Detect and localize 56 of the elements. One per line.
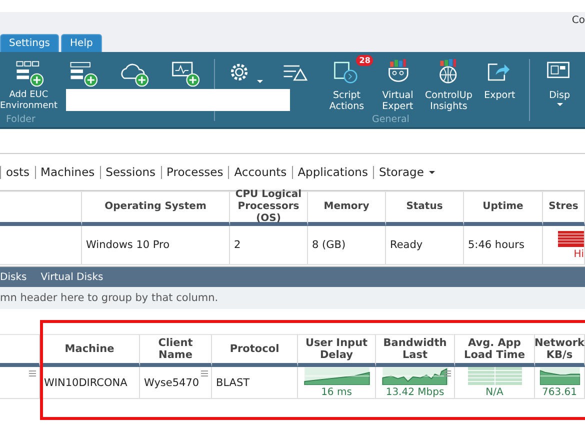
nav-link[interactable]: Sessions: [100, 166, 161, 178]
column-header[interactable]: Protocol: [212, 334, 298, 367]
group-by-hint: mn header here to group by that column.: [0, 287, 585, 309]
group-label: General: [372, 114, 410, 125]
ribbon-button[interactable]: Virtual Expert: [372, 59, 424, 112]
nav-link[interactable]: Processes: [160, 166, 228, 178]
sub-tab[interactable]: Disks: [0, 272, 27, 282]
server-add-icon[interactable]: [68, 59, 98, 87]
column-header[interactable]: Bandwidth Last: [376, 334, 455, 367]
nav-link[interactable]: osts: [0, 166, 35, 178]
table-cell: BLAST: [216, 376, 250, 388]
nav-link[interactable]: Applications: [292, 166, 373, 178]
menu-icon[interactable]: [29, 370, 36, 377]
metric-value: 16 ms: [321, 387, 352, 398]
table-cell: Ready: [390, 239, 423, 251]
nav-link[interactable]: Machines: [34, 166, 100, 178]
table-cell: Wyse5470: [144, 376, 200, 388]
stress-level: Hi: [574, 248, 584, 260]
menu-tab[interactable]: Help: [61, 34, 102, 52]
column-header[interactable]: Network KB/s: [535, 334, 585, 367]
ribbon-button[interactable]: ControlUp Insights: [423, 59, 474, 112]
column-header[interactable]: Client Name: [140, 334, 212, 367]
column-header[interactable]: Stres: [543, 191, 585, 226]
sparkline-chart: [538, 367, 582, 385]
table-cell: 5:46 hours: [468, 239, 524, 251]
column-header[interactable]: User Input Delay: [298, 334, 376, 367]
column-header[interactable]: Memory: [308, 191, 386, 226]
menu-icon[interactable]: [201, 370, 208, 377]
column-header[interactable]: Machine: [40, 334, 140, 367]
table-cell: Windows 10 Pro: [86, 239, 170, 251]
column-header[interactable]: Uptime: [464, 191, 543, 226]
count-badge: 28: [356, 55, 374, 66]
column-header[interactable]: Status: [386, 191, 464, 226]
menu-icon[interactable]: [444, 370, 451, 377]
window-title: Co: [572, 15, 585, 26]
monitor-add-icon[interactable]: [170, 59, 200, 87]
ribbon-button[interactable]: Add EUC Environment: [0, 59, 58, 112]
menu-tab[interactable]: Settings: [0, 34, 60, 52]
sub-tab[interactable]: Virtual Disks: [40, 272, 104, 282]
metric-value: N/A: [486, 387, 504, 398]
server-grid-add-icon: [14, 59, 44, 87]
metric-value: 13.42 Mbps: [386, 387, 444, 398]
column-header[interactable]: Avg. App Load Time: [455, 334, 535, 367]
stress-icon: [558, 230, 584, 246]
group-label: Folder: [6, 114, 36, 125]
nav-link[interactable]: Storage: [372, 166, 440, 178]
column-header[interactable]: Operating System: [82, 191, 230, 226]
ribbon-button[interactable]: Disp: [534, 59, 585, 106]
metric-value: 763.61: [542, 387, 577, 398]
table-cell: 8 (GB): [312, 239, 346, 251]
caret-icon: [428, 170, 435, 174]
table-cell: 2: [234, 239, 241, 251]
column-header[interactable]: CPU Logical Processors (OS): [230, 191, 308, 226]
ribbon-button[interactable]: Export: [474, 59, 526, 101]
nav-link[interactable]: Accounts: [228, 166, 292, 178]
table-cell: WIN10DIRCONA: [44, 376, 128, 388]
